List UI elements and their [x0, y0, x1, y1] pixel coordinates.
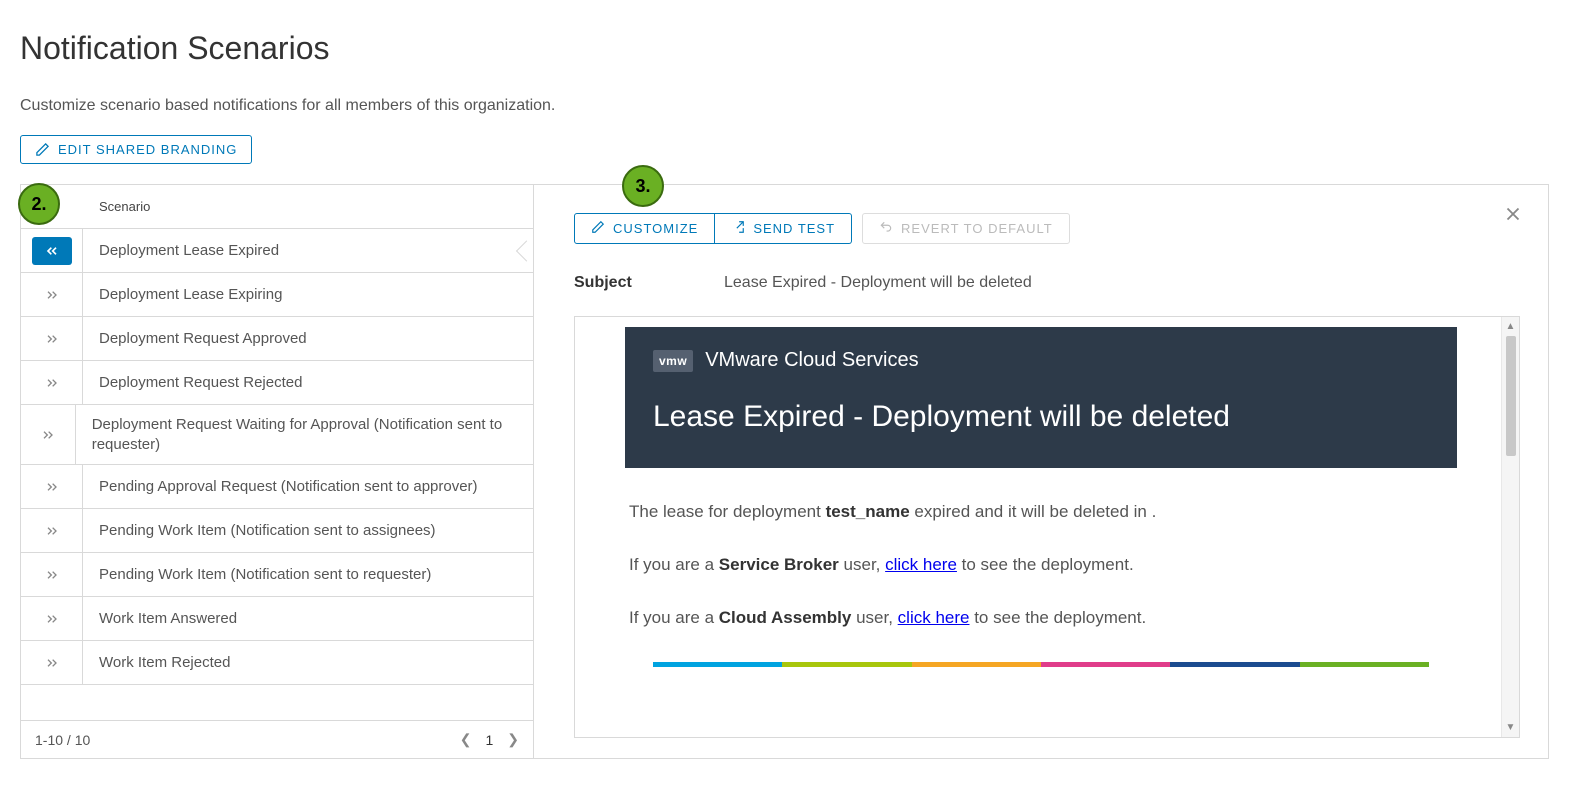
- scenario-row-label: Work Item Answered: [83, 599, 253, 639]
- pager-range: 1-10 / 10: [35, 732, 90, 748]
- scenario-row-label: Deployment Lease Expired: [83, 231, 295, 271]
- pager-next-icon[interactable]: ❯: [507, 731, 519, 748]
- annotation-badge-3: 3.: [622, 165, 664, 207]
- body-text: expired and it will be deleted in .: [910, 502, 1157, 521]
- list-pager: 1-10 / 10 ❮ 1 ❯: [21, 720, 533, 758]
- scenario-row-label: Pending Work Item (Notification sent to …: [83, 511, 452, 551]
- expand-icon[interactable]: [21, 361, 83, 404]
- scroll-up-icon[interactable]: ▲: [1506, 321, 1516, 332]
- close-icon[interactable]: [1502, 203, 1524, 230]
- email-preview: vmw VMware Cloud Services Lease Expired …: [574, 316, 1520, 738]
- expand-icon[interactable]: [21, 465, 83, 508]
- body-text: The lease for deployment: [629, 502, 826, 521]
- body-text: user,: [839, 555, 885, 574]
- page-subtitle: Customize scenario based notifications f…: [20, 97, 1549, 115]
- detail-toolbar: CUSTOMIZE SEND TEST REVERT TO DEFAULT: [574, 213, 1520, 244]
- pager-prev-icon[interactable]: ❮: [460, 731, 472, 748]
- scenario-row[interactable]: Deployment Lease Expiring: [21, 273, 533, 317]
- scenario-row[interactable]: Pending Approval Request (Notification s…: [21, 465, 533, 509]
- body-text: to see the deployment.: [969, 608, 1146, 627]
- send-icon: [731, 220, 745, 237]
- expand-icon[interactable]: [21, 597, 83, 640]
- pencil-icon: [591, 220, 605, 237]
- pencil-icon: [35, 142, 50, 157]
- expand-icon[interactable]: [21, 405, 76, 464]
- expand-icon[interactable]: [21, 273, 83, 316]
- scenario-column-header: Scenario: [21, 185, 533, 229]
- scenario-row-label: Deployment Request Waiting for Approval …: [76, 405, 533, 464]
- customize-label: CUSTOMIZE: [613, 221, 698, 236]
- subject-value: Lease Expired - Deployment will be delet…: [724, 274, 1032, 292]
- edit-shared-branding-label: EDIT SHARED BRANDING: [58, 142, 237, 157]
- undo-icon: [879, 220, 893, 237]
- scrollbar-thumb[interactable]: [1506, 336, 1516, 456]
- scenario-row-label: Pending Work Item (Notification sent to …: [83, 555, 447, 595]
- expand-icon[interactable]: [21, 317, 83, 360]
- expand-icon[interactable]: [21, 509, 83, 552]
- body-text: to see the deployment.: [957, 555, 1134, 574]
- email-divider: [653, 662, 1429, 667]
- collapse-icon[interactable]: [32, 237, 72, 265]
- scenario-detail-panel: CUSTOMIZE SEND TEST REVERT TO DEFAULT Su…: [534, 185, 1548, 758]
- email-header: vmw VMware Cloud Services Lease Expired …: [625, 327, 1457, 468]
- page-title: Notification Scenarios: [20, 30, 1549, 67]
- scenario-row-label: Deployment Request Approved: [83, 319, 323, 359]
- body-text: If you are a: [629, 608, 719, 627]
- scenario-row[interactable]: Deployment Request Approved: [21, 317, 533, 361]
- scenario-row[interactable]: Deployment Lease Expired: [21, 229, 533, 273]
- email-title: Lease Expired - Deployment will be delet…: [653, 400, 1429, 434]
- body-bold: test_name: [826, 502, 910, 521]
- scenario-list-panel: Scenario Deployment Lease ExpiredDeploym…: [21, 185, 534, 758]
- expand-icon[interactable]: [21, 553, 83, 596]
- edit-shared-branding-button[interactable]: EDIT SHARED BRANDING: [20, 135, 252, 164]
- pager-current-page: 1: [485, 732, 493, 748]
- preview-scrollbar[interactable]: ▲ ▼: [1501, 317, 1519, 737]
- scenario-row-label: Deployment Lease Expiring: [83, 275, 298, 315]
- body-bold: Service Broker: [719, 555, 839, 574]
- scenario-row-label: Deployment Request Rejected: [83, 363, 318, 403]
- body-bold: Cloud Assembly: [719, 608, 852, 627]
- scroll-down-icon[interactable]: ▼: [1506, 722, 1516, 733]
- subject-label: Subject: [574, 274, 644, 292]
- scenario-row[interactable]: Work Item Rejected: [21, 641, 533, 685]
- revert-button: REVERT TO DEFAULT: [862, 213, 1070, 244]
- annotation-badge-2: 2.: [18, 183, 60, 225]
- send-test-button[interactable]: SEND TEST: [715, 213, 852, 244]
- scenario-row-label: Work Item Rejected: [83, 643, 246, 683]
- scenario-row[interactable]: Work Item Answered: [21, 597, 533, 641]
- customize-button[interactable]: CUSTOMIZE: [574, 213, 715, 244]
- send-test-label: SEND TEST: [753, 221, 835, 236]
- scenario-row[interactable]: Deployment Request Rejected: [21, 361, 533, 405]
- brand-name: VMware Cloud Services: [705, 349, 918, 372]
- email-body: The lease for deployment test_name expir…: [605, 498, 1477, 667]
- service-broker-link[interactable]: click here: [885, 555, 957, 574]
- brand-logo: vmw: [653, 350, 693, 372]
- cloud-assembly-link[interactable]: click here: [898, 608, 970, 627]
- scenario-row[interactable]: Pending Work Item (Notification sent to …: [21, 509, 533, 553]
- scenario-row[interactable]: Pending Work Item (Notification sent to …: [21, 553, 533, 597]
- expand-icon[interactable]: [21, 641, 83, 684]
- revert-label: REVERT TO DEFAULT: [901, 221, 1053, 236]
- scenario-row[interactable]: Deployment Request Waiting for Approval …: [21, 405, 533, 465]
- scenario-row-label: Pending Approval Request (Notification s…: [83, 467, 494, 507]
- body-text: If you are a: [629, 555, 719, 574]
- body-text: user,: [851, 608, 897, 627]
